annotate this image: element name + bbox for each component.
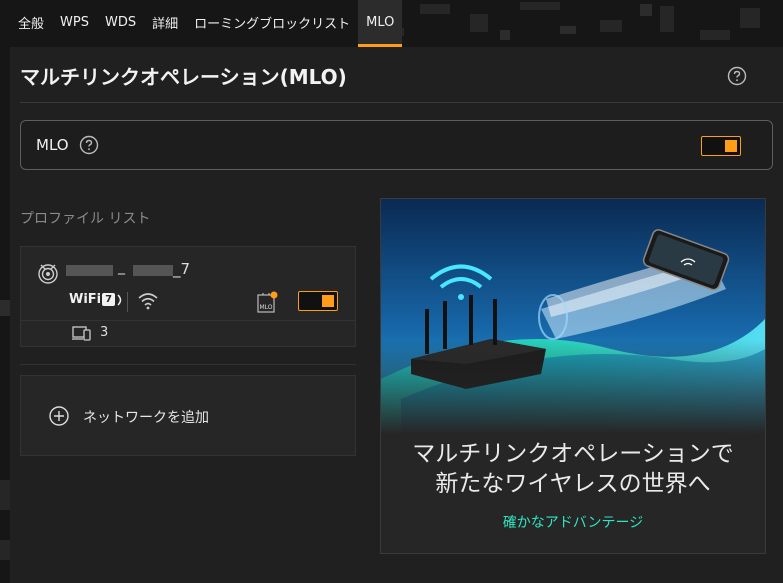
- tab-advanced[interactable]: 詳細: [144, 0, 186, 44]
- ssid-separator: _: [118, 259, 125, 275]
- profile-list-heading: プロファイル リスト: [20, 211, 151, 227]
- mlo-label: MLO: [36, 136, 69, 154]
- mlo-badge-icon: MLO: [257, 291, 278, 313]
- promo-headline-line1: マルチリンクオペレーションで: [412, 441, 734, 467]
- wifi-standard-text: WiFi: [69, 292, 102, 307]
- plus-circle-icon: [49, 406, 69, 426]
- profile-card: _ _7 WiFi 7 MLO 3: [20, 246, 356, 347]
- mlo-promo-card: マルチリンクオペレーションで 新たなワイヤレスの世界へ 確かなアドバンテージ: [380, 198, 766, 554]
- divider: [20, 102, 783, 103]
- tab-wps[interactable]: WPS: [52, 0, 97, 44]
- mlo-badge-text: MLO: [259, 304, 272, 311]
- promo-advantage-link[interactable]: 確かなアドバンテージ: [381, 512, 765, 532]
- help-icon[interactable]: [79, 135, 99, 155]
- divider: [127, 292, 128, 312]
- devices-icon: [72, 326, 91, 341]
- ssid-redacted: [66, 265, 113, 276]
- promo-illustration: [381, 199, 765, 434]
- ssid-suffix: _7: [173, 260, 191, 278]
- tab-wds[interactable]: WDS: [97, 0, 144, 44]
- tab-bar: 全般 WPS WDS 詳細 ローミングブロックリスト MLO: [0, 0, 783, 47]
- mlo-toggle[interactable]: [701, 136, 741, 156]
- mlo-panel: マルチリンクオペレーション(MLO) MLO プロファイル リスト _ _7 W…: [10, 47, 783, 583]
- toggle-knob: [725, 140, 737, 152]
- promo-headline-line2: 新たなワイヤレスの世界へ: [435, 471, 711, 497]
- tab-general[interactable]: 全般: [10, 0, 52, 44]
- help-icon[interactable]: [727, 66, 747, 86]
- profile-toggle[interactable]: [298, 291, 338, 311]
- mesh-signal-icon: [38, 264, 58, 284]
- tab-roaming-block-list[interactable]: ローミングブロックリスト: [186, 0, 358, 44]
- tab-mlo[interactable]: MLO: [358, 0, 403, 47]
- divider: [21, 320, 355, 321]
- wifi7-logo: WiFi 7: [69, 292, 125, 307]
- page-title: マルチリンクオペレーション(MLO): [20, 65, 347, 89]
- wifi-icon: [138, 293, 158, 310]
- toggle-knob: [322, 295, 334, 307]
- wifi-arc-icon: [117, 293, 122, 306]
- mlo-setting-card: MLO: [20, 120, 773, 170]
- add-network-label: ネットワークを追加: [83, 410, 209, 426]
- add-network-button[interactable]: ネットワークを追加: [20, 375, 356, 456]
- wifi-generation: 7: [102, 293, 116, 306]
- device-count: 3: [100, 325, 109, 340]
- ssid-redacted: [133, 265, 173, 276]
- divider: [20, 364, 356, 365]
